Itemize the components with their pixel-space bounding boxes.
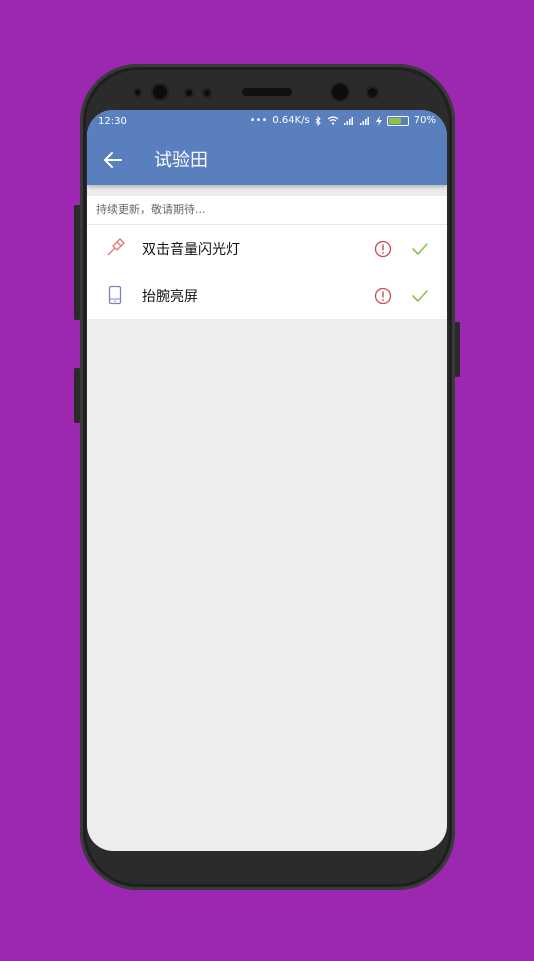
bluetooth-icon	[315, 115, 321, 126]
toolbar: 试验田	[87, 134, 447, 185]
feature-list: 持续更新，敬请期待... 双击音量闪光灯 抬腕亮屏	[87, 196, 447, 319]
sensor-dot	[133, 88, 142, 97]
sensor-dot	[184, 88, 194, 98]
exclamation-circle-icon[interactable]	[374, 240, 392, 258]
charging-icon	[375, 115, 382, 126]
status-bar: 12:30 ••• 0.64K/s 70%	[87, 110, 447, 134]
status-icons: ••• 0.64K/s 70%	[250, 115, 436, 126]
exclamation-circle-icon[interactable]	[374, 287, 392, 305]
dots-icon: •••	[249, 115, 268, 126]
status-time: 12:30	[98, 116, 127, 127]
flashlight-icon	[107, 238, 125, 256]
signal-icon	[343, 117, 353, 125]
arrow-left-icon[interactable]	[101, 148, 125, 172]
sensor-dot	[366, 86, 379, 99]
front-camera	[330, 82, 350, 102]
list-item-flashlight[interactable]: 双击音量闪光灯	[87, 225, 447, 272]
earpiece-speaker	[242, 88, 292, 96]
signal-icon	[359, 117, 369, 125]
list-item-label: 抬腕亮屏	[142, 289, 198, 305]
sensor-dot	[151, 83, 169, 101]
battery-icon	[386, 115, 409, 126]
list-header: 持续更新，敬请期待...	[87, 196, 447, 225]
list-item-label: 双击音量闪光灯	[142, 242, 240, 258]
sensor-dot	[202, 88, 212, 98]
wifi-icon	[327, 116, 339, 125]
check-icon[interactable]	[411, 240, 429, 258]
screen: 12:30 ••• 0.64K/s 70% 试验田 持续更新，敬请期待... 双…	[87, 110, 447, 851]
list-item-raise-to-wake[interactable]: 抬腕亮屏	[87, 272, 447, 319]
page-title: 试验田	[154, 150, 208, 171]
phone-icon	[108, 285, 122, 305]
battery-fill	[388, 117, 401, 124]
battery-percent: 70%	[413, 115, 436, 126]
network-speed: 0.64K/s	[272, 115, 310, 126]
check-icon[interactable]	[411, 287, 429, 305]
app-bar: 12:30 ••• 0.64K/s 70% 试验田	[87, 110, 447, 185]
